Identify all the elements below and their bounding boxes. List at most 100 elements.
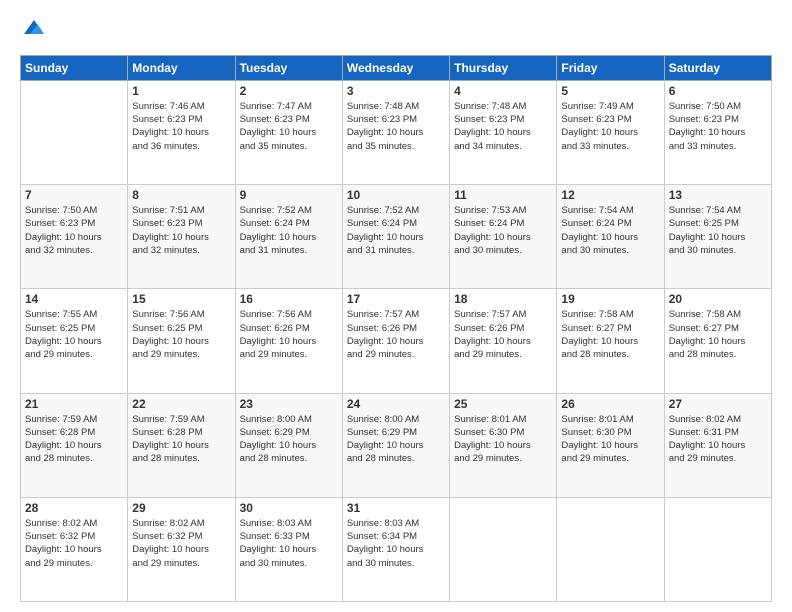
calendar-week-row: 7Sunrise: 7:50 AM Sunset: 6:23 PM Daylig…: [21, 185, 772, 289]
day-number: 20: [669, 292, 767, 306]
day-info: Sunrise: 8:02 AM Sunset: 6:32 PM Dayligh…: [25, 517, 123, 570]
day-number: 22: [132, 397, 230, 411]
day-info: Sunrise: 7:57 AM Sunset: 6:26 PM Dayligh…: [454, 308, 552, 361]
day-number: 27: [669, 397, 767, 411]
logo: [20, 20, 44, 43]
day-info: Sunrise: 7:54 AM Sunset: 6:25 PM Dayligh…: [669, 204, 767, 257]
header-sunday: Sunday: [21, 55, 128, 80]
day-number: 15: [132, 292, 230, 306]
day-info: Sunrise: 8:03 AM Sunset: 6:33 PM Dayligh…: [240, 517, 338, 570]
day-info: Sunrise: 7:59 AM Sunset: 6:28 PM Dayligh…: [25, 413, 123, 466]
calendar-cell: 11 Sunrise: 7:53 AM Sunset: 6:24 PM Dayli…: [450, 185, 557, 289]
header-monday: Monday: [128, 55, 235, 80]
calendar-cell: 13Sunrise: 7:54 AM Sunset: 6:25 PM Dayli…: [664, 185, 771, 289]
day-number: 19: [561, 292, 659, 306]
calendar-cell: 10 Sunrise: 7:52 AM Sunset: 6:24 PM Dayli…: [342, 185, 449, 289]
calendar-cell: 31 Sunrise: 8:03 AM Sunset: 6:34 PM Dayli…: [342, 497, 449, 601]
day-number: 14: [25, 292, 123, 306]
header-tuesday: Tuesday: [235, 55, 342, 80]
day-info: Sunrise: 8:01 AM Sunset: 6:30 PM Dayligh…: [561, 413, 659, 466]
day-number: 6: [669, 84, 767, 98]
calendar-table: Sunday Monday Tuesday Wednesday Thursday…: [20, 55, 772, 602]
calendar-cell: 6 Sunrise: 7:50 AM Sunset: 6:23 PM Daylig…: [664, 80, 771, 184]
calendar-cell: 18 Sunrise: 7:57 AM Sunset: 6:26 PM Dayli…: [450, 289, 557, 393]
day-info: Sunrise: 7:52 AM Sunset: 6:24 PM Dayligh…: [240, 204, 338, 257]
page: Sunday Monday Tuesday Wednesday Thursday…: [0, 0, 792, 612]
calendar-cell: 7Sunrise: 7:50 AM Sunset: 6:23 PM Daylig…: [21, 185, 128, 289]
day-info: Sunrise: 7:58 AM Sunset: 6:27 PM Dayligh…: [561, 308, 659, 361]
day-info: Sunrise: 8:01 AM Sunset: 6:30 PM Dayligh…: [454, 413, 552, 466]
day-number: 9: [240, 188, 338, 202]
day-number: 1: [132, 84, 230, 98]
calendar-cell: 1 Sunrise: 7:46 AM Sunset: 6:23 PM Daylig…: [128, 80, 235, 184]
day-info: Sunrise: 7:53 AM Sunset: 6:24 PM Dayligh…: [454, 204, 552, 257]
day-number: 12: [561, 188, 659, 202]
calendar-cell: 15Sunrise: 7:56 AM Sunset: 6:25 PM Dayli…: [128, 289, 235, 393]
day-number: 5: [561, 84, 659, 98]
day-info: Sunrise: 7:57 AM Sunset: 6:26 PM Dayligh…: [347, 308, 445, 361]
calendar-cell: 8Sunrise: 7:51 AM Sunset: 6:23 PM Daylig…: [128, 185, 235, 289]
day-number: 28: [25, 501, 123, 515]
calendar-cell: 30 Sunrise: 8:03 AM Sunset: 6:33 PM Dayli…: [235, 497, 342, 601]
weekday-header-row: Sunday Monday Tuesday Wednesday Thursday…: [21, 55, 772, 80]
day-number: 4: [454, 84, 552, 98]
day-number: 10: [347, 188, 445, 202]
calendar-cell: 14 Sunrise: 7:55 AM Sunset: 6:25 PM Dayli…: [21, 289, 128, 393]
header: [20, 20, 772, 43]
header-friday: Friday: [557, 55, 664, 80]
day-number: 24: [347, 397, 445, 411]
calendar-cell: 16 Sunrise: 7:56 AM Sunset: 6:26 PM Dayli…: [235, 289, 342, 393]
day-info: Sunrise: 7:50 AM Sunset: 6:23 PM Dayligh…: [669, 100, 767, 153]
day-info: Sunrise: 7:54 AM Sunset: 6:24 PM Dayligh…: [561, 204, 659, 257]
calendar-cell: 29 Sunrise: 8:02 AM Sunset: 6:32 PM Dayli…: [128, 497, 235, 601]
day-info: Sunrise: 7:58 AM Sunset: 6:27 PM Dayligh…: [669, 308, 767, 361]
day-number: 25: [454, 397, 552, 411]
day-info: Sunrise: 7:48 AM Sunset: 6:23 PM Dayligh…: [347, 100, 445, 153]
calendar-cell: 2 Sunrise: 7:47 AM Sunset: 6:23 PM Daylig…: [235, 80, 342, 184]
calendar-cell: 12 Sunrise: 7:54 AM Sunset: 6:24 PM Dayli…: [557, 185, 664, 289]
day-number: 17: [347, 292, 445, 306]
day-number: 30: [240, 501, 338, 515]
calendar-cell: 26 Sunrise: 8:01 AM Sunset: 6:30 PM Dayli…: [557, 393, 664, 497]
day-number: 2: [240, 84, 338, 98]
calendar-cell: 20 Sunrise: 7:58 AM Sunset: 6:27 PM Dayli…: [664, 289, 771, 393]
calendar-week-row: 1 Sunrise: 7:46 AM Sunset: 6:23 PM Daylig…: [21, 80, 772, 184]
day-info: Sunrise: 7:52 AM Sunset: 6:24 PM Dayligh…: [347, 204, 445, 257]
day-number: 18: [454, 292, 552, 306]
day-number: 31: [347, 501, 445, 515]
calendar-cell: 3Sunrise: 7:48 AM Sunset: 6:23 PM Daylig…: [342, 80, 449, 184]
day-info: Sunrise: 8:03 AM Sunset: 6:34 PM Dayligh…: [347, 517, 445, 570]
day-number: 16: [240, 292, 338, 306]
day-info: Sunrise: 7:59 AM Sunset: 6:28 PM Dayligh…: [132, 413, 230, 466]
day-info: Sunrise: 7:50 AM Sunset: 6:23 PM Dayligh…: [25, 204, 123, 257]
day-info: Sunrise: 8:00 AM Sunset: 6:29 PM Dayligh…: [347, 413, 445, 466]
day-number: 29: [132, 501, 230, 515]
day-number: 26: [561, 397, 659, 411]
day-number: 21: [25, 397, 123, 411]
day-info: Sunrise: 7:55 AM Sunset: 6:25 PM Dayligh…: [25, 308, 123, 361]
logo-icon: [22, 16, 44, 38]
calendar-week-row: 21 Sunrise: 7:59 AM Sunset: 6:28 PM Dayli…: [21, 393, 772, 497]
day-info: Sunrise: 8:02 AM Sunset: 6:32 PM Dayligh…: [132, 517, 230, 570]
day-info: Sunrise: 7:47 AM Sunset: 6:23 PM Dayligh…: [240, 100, 338, 153]
calendar-cell: 19 Sunrise: 7:58 AM Sunset: 6:27 PM Dayli…: [557, 289, 664, 393]
calendar-cell: 22 Sunrise: 7:59 AM Sunset: 6:28 PM Dayli…: [128, 393, 235, 497]
calendar-cell: 9 Sunrise: 7:52 AM Sunset: 6:24 PM Daylig…: [235, 185, 342, 289]
header-thursday: Thursday: [450, 55, 557, 80]
day-info: Sunrise: 8:02 AM Sunset: 6:31 PM Dayligh…: [669, 413, 767, 466]
calendar-cell: [557, 497, 664, 601]
calendar-cell: [664, 497, 771, 601]
calendar-week-row: 28 Sunrise: 8:02 AM Sunset: 6:32 PM Dayli…: [21, 497, 772, 601]
day-number: 23: [240, 397, 338, 411]
calendar-cell: 28 Sunrise: 8:02 AM Sunset: 6:32 PM Dayli…: [21, 497, 128, 601]
day-info: Sunrise: 7:56 AM Sunset: 6:26 PM Dayligh…: [240, 308, 338, 361]
calendar-cell: 21 Sunrise: 7:59 AM Sunset: 6:28 PM Dayli…: [21, 393, 128, 497]
day-info: Sunrise: 7:51 AM Sunset: 6:23 PM Dayligh…: [132, 204, 230, 257]
calendar-cell: 25 Sunrise: 8:01 AM Sunset: 6:30 PM Dayli…: [450, 393, 557, 497]
calendar-cell: 17 Sunrise: 7:57 AM Sunset: 6:26 PM Dayli…: [342, 289, 449, 393]
day-info: Sunrise: 7:49 AM Sunset: 6:23 PM Dayligh…: [561, 100, 659, 153]
day-info: Sunrise: 7:48 AM Sunset: 6:23 PM Dayligh…: [454, 100, 552, 153]
calendar-cell: 27 Sunrise: 8:02 AM Sunset: 6:31 PM Dayli…: [664, 393, 771, 497]
day-number: 11: [454, 188, 552, 202]
day-info: Sunrise: 7:46 AM Sunset: 6:23 PM Dayligh…: [132, 100, 230, 153]
